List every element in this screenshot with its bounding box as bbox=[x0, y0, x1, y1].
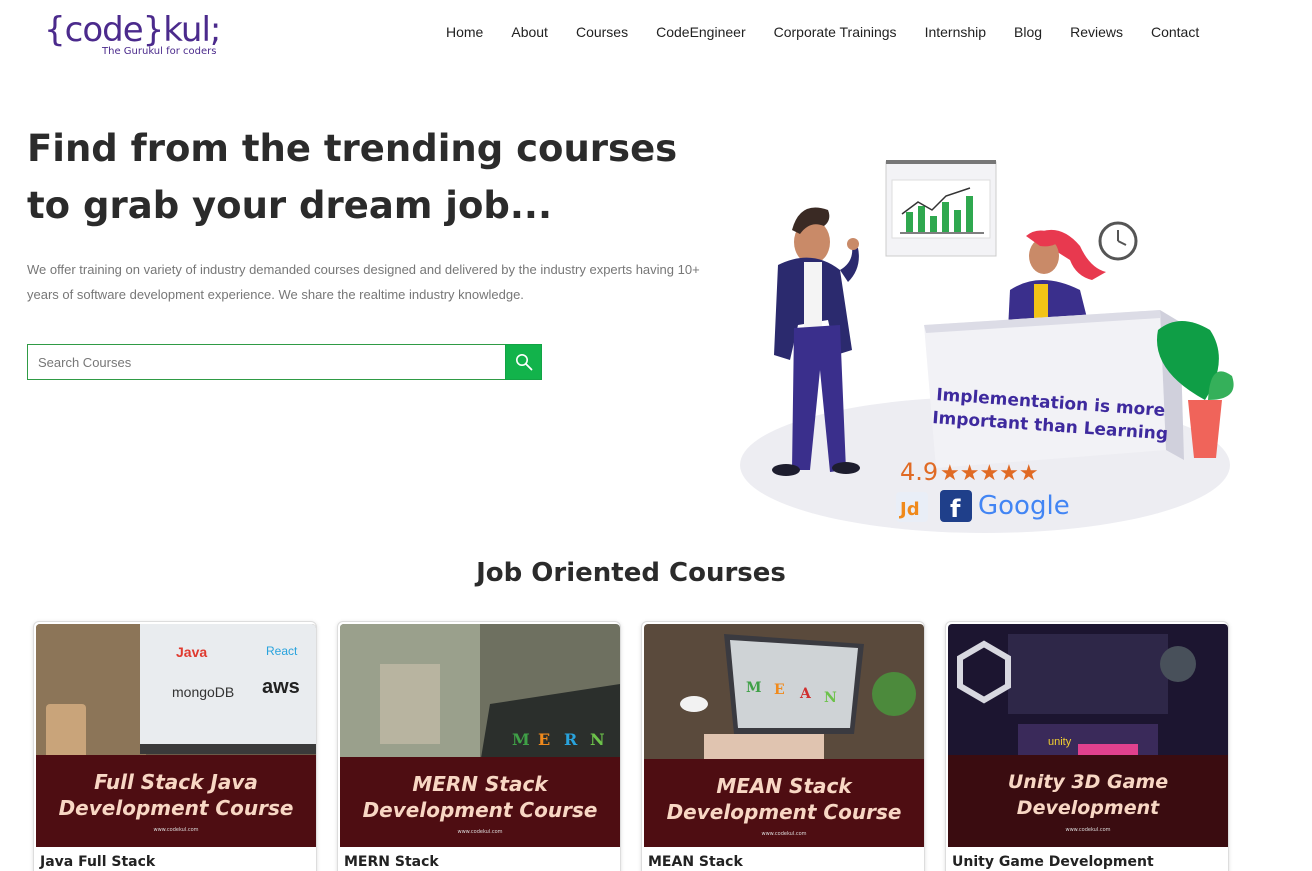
course-thumbnail: M E A N MEAN Stack Development Course ww… bbox=[644, 624, 924, 847]
letter-n: N bbox=[590, 730, 605, 749]
svg-text:f: f bbox=[950, 495, 961, 523]
banner-url: www.codekul.com bbox=[457, 829, 503, 835]
rating-stars: ★★★★★ bbox=[940, 461, 1039, 486]
aws-logo: aws bbox=[262, 676, 300, 698]
nav-codeengineer[interactable]: CodeEngineer bbox=[656, 21, 746, 43]
google-icon: Google bbox=[978, 491, 1070, 521]
banner-url: www.codekul.com bbox=[761, 831, 807, 837]
banner-line2: Development Course bbox=[666, 800, 902, 824]
course-thumbnail: Java React mongoDB aws Full Stack Java D… bbox=[36, 624, 316, 847]
course-name[interactable]: MERN Stack bbox=[344, 854, 439, 870]
course-card-java-full-stack[interactable]: Java React mongoDB aws Full Stack Java D… bbox=[33, 621, 317, 871]
nav-about[interactable]: About bbox=[511, 21, 548, 43]
course-thumbnail: unity Unity 3D Game Development www.code… bbox=[948, 624, 1228, 847]
unity-text-logo: unity bbox=[1048, 736, 1072, 748]
course-banner: MERN Stack Development Course www.codeku… bbox=[340, 757, 620, 847]
nav-home[interactable]: Home bbox=[446, 21, 483, 43]
letter-a: A bbox=[800, 686, 811, 702]
course-name[interactable]: Java Full Stack bbox=[40, 854, 155, 870]
banner-url: www.codekul.com bbox=[1065, 827, 1111, 833]
nav-contact[interactable]: Contact bbox=[1151, 21, 1199, 43]
course-search bbox=[27, 344, 542, 380]
react-logo: React bbox=[266, 644, 298, 658]
course-banner: Unity 3D Game Development www.codekul.co… bbox=[948, 755, 1228, 847]
office-scene-illustration: Implementation is more Important than Le… bbox=[740, 160, 1234, 533]
rating-value: 4.9 bbox=[900, 458, 938, 486]
nav-reviews[interactable]: Reviews bbox=[1070, 21, 1123, 43]
banner-line2: Development Course bbox=[362, 798, 598, 822]
course-thumbnail: M E R N MERN Stack Development Course ww… bbox=[340, 624, 620, 847]
nav-internship[interactable]: Internship bbox=[925, 21, 986, 43]
logo-tagline: The Gurukul for coders bbox=[102, 46, 217, 57]
site-header: {code}kul; The Gurukul for coders Home A… bbox=[0, 0, 1312, 72]
letter-e: E bbox=[538, 730, 551, 749]
banner-line1: MEAN Stack bbox=[716, 774, 852, 798]
nav-blog[interactable]: Blog bbox=[1014, 21, 1042, 43]
nav-courses[interactable]: Courses bbox=[576, 21, 628, 43]
course-card-unity-game-development[interactable]: unity Unity 3D Game Development www.code… bbox=[945, 621, 1229, 871]
banner-url: www.codekul.com bbox=[153, 827, 199, 833]
banner-line1: Unity 3D Game Development bbox=[1007, 771, 1169, 819]
search-input[interactable] bbox=[27, 344, 506, 380]
main-nav: Home About Courses CodeEngineer Corporat… bbox=[432, 21, 1213, 43]
banner-line2: Development Course bbox=[58, 796, 294, 820]
banner-line1: Full Stack Java bbox=[94, 770, 258, 794]
justdial-icon: Jd bbox=[898, 499, 920, 520]
search-icon bbox=[515, 354, 532, 371]
banner-line1: MERN Stack bbox=[412, 772, 548, 796]
logo-text: {code}kul; bbox=[44, 10, 221, 50]
nav-corporate-trainings[interactable]: Corporate Trainings bbox=[774, 21, 897, 43]
letter-n: N bbox=[824, 690, 837, 706]
hero-illustration: Implementation is more Important than Le… bbox=[740, 150, 1250, 535]
search-button[interactable] bbox=[505, 344, 542, 380]
course-cards: Java React mongoDB aws Full Stack Java D… bbox=[33, 621, 1229, 871]
letter-e: E bbox=[774, 682, 785, 698]
course-card-mern-stack[interactable]: M E R N MERN Stack Development Course ww… bbox=[337, 621, 621, 871]
section-heading: Job Oriented Courses bbox=[476, 558, 786, 588]
letter-m: M bbox=[512, 730, 530, 749]
letter-m: M bbox=[746, 680, 762, 696]
course-card-mean-stack[interactable]: M E A N MEAN Stack Development Course ww… bbox=[641, 621, 925, 871]
course-name[interactable]: Unity Game Development bbox=[952, 854, 1154, 870]
java-logo: Java bbox=[176, 644, 208, 660]
course-name[interactable]: MEAN Stack bbox=[648, 854, 743, 870]
codekul-logo[interactable]: {code}kul; The Gurukul for coders bbox=[44, 10, 221, 62]
hero-subtitle: We offer training on variety of industry… bbox=[27, 262, 700, 302]
course-banner: Full Stack Java Development Course www.c… bbox=[36, 755, 316, 847]
course-banner: MEAN Stack Development Course www.codeku… bbox=[644, 759, 924, 847]
mongodb-logo: mongoDB bbox=[172, 684, 235, 700]
hero-title: Find from the trending courses to grab y… bbox=[27, 127, 678, 227]
letter-r: R bbox=[564, 730, 578, 749]
